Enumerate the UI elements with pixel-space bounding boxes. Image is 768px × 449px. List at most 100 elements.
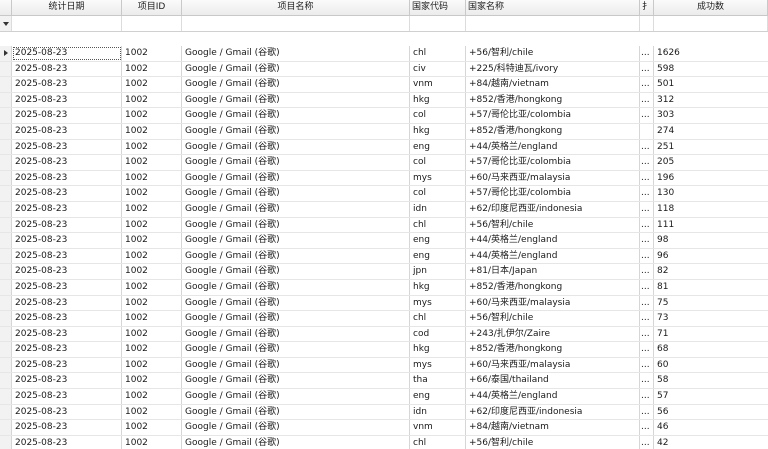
cell-country-name[interactable]: +44/英格兰/england xyxy=(466,389,640,404)
row-indicator[interactable] xyxy=(0,295,12,311)
cell-country-name[interactable]: +852/香港/hongkong xyxy=(466,342,640,357)
cell-date[interactable]: 2025-08-23 xyxy=(12,326,122,342)
cell-project-id[interactable]: 1002 xyxy=(122,311,182,326)
row-indicator[interactable] xyxy=(0,77,12,92)
cell-country-name[interactable]: +225/科特迪瓦/ivory xyxy=(466,61,640,77)
cell-success-count[interactable]: 75 xyxy=(654,296,768,311)
cell-country-name[interactable]: +84/越南/vietnam xyxy=(466,77,640,92)
cell-country-name[interactable]: +62/印度尼西亚/indonesia xyxy=(466,201,640,217)
row-indicator[interactable] xyxy=(0,435,12,449)
cell-project-id[interactable]: 1002 xyxy=(122,108,182,123)
column-header-country-name[interactable]: 国家名称 xyxy=(466,0,640,15)
row-indicator[interactable] xyxy=(0,139,12,155)
cell-project-id[interactable]: 1002 xyxy=(122,248,182,264)
cell-date[interactable]: 2025-08-23 xyxy=(12,389,122,404)
table-row[interactable]: 2025-08-23 1002 Google / Gmail (谷歌) vnm +84/… xyxy=(0,420,768,436)
cell-country-name[interactable]: +56/智利/chile xyxy=(466,46,640,61)
cell-success-count[interactable]: 1626 xyxy=(654,46,768,61)
cell-date[interactable]: 2025-08-23 xyxy=(12,186,122,201)
cell-country-name[interactable]: +57/哥伦比亚/colombia xyxy=(466,155,640,170)
table-row[interactable]: 2025-08-23 1002 Google / Gmail (谷歌) civ +225… xyxy=(0,61,768,78)
cell-country-code[interactable]: idn xyxy=(410,201,466,217)
table-row[interactable]: 2025-08-23 1002 Google / Gmail (谷歌) cod +243… xyxy=(0,326,768,343)
cell-success-count[interactable]: 98 xyxy=(654,233,768,248)
cell-extra[interactable]: ... xyxy=(640,92,654,108)
filter-cell-country-code[interactable] xyxy=(410,16,466,31)
table-row[interactable]: 2025-08-23 1002 Google / Gmail (谷歌) eng +44/… xyxy=(0,233,768,249)
row-indicator[interactable] xyxy=(0,404,12,420)
cell-date[interactable]: 2025-08-23 xyxy=(12,404,122,420)
cell-project-id[interactable]: 1002 xyxy=(122,77,182,92)
cell-country-code[interactable]: hkg xyxy=(410,123,466,139)
cell-country-name[interactable]: +44/英格兰/england xyxy=(466,248,640,264)
cell-project-name[interactable]: Google / Gmail (谷歌) xyxy=(182,123,410,139)
cell-success-count[interactable]: 42 xyxy=(654,436,768,449)
cell-project-name[interactable]: Google / Gmail (谷歌) xyxy=(182,77,410,92)
row-indicator[interactable] xyxy=(0,233,12,248)
cell-country-code[interactable]: mys xyxy=(410,295,466,311)
cell-project-name[interactable]: Google / Gmail (谷歌) xyxy=(182,435,410,449)
cell-country-code[interactable]: chl xyxy=(410,46,466,61)
table-row[interactable]: 2025-08-23 1002 Google / Gmail (谷歌) col +57/… xyxy=(0,186,768,202)
cell-country-name[interactable]: +56/智利/chile xyxy=(466,311,640,326)
cell-country-name[interactable]: +81/日本/Japan xyxy=(466,264,640,279)
cell-success-count[interactable]: 118 xyxy=(654,202,768,217)
cell-project-id[interactable]: 1002 xyxy=(122,123,182,139)
cell-success-count[interactable]: 274 xyxy=(654,124,768,139)
table-row[interactable]: 2025-08-23 1002 Google / Gmail (谷歌) chl +56/… xyxy=(0,217,768,234)
cell-extra[interactable]: ... xyxy=(640,279,654,295)
cell-extra[interactable]: ... xyxy=(640,373,654,389)
row-indicator[interactable] xyxy=(0,389,12,404)
cell-success-count[interactable]: 96 xyxy=(654,249,768,264)
cell-country-code[interactable]: col xyxy=(410,186,466,201)
cell-date[interactable]: 2025-08-23 xyxy=(12,139,122,155)
cell-project-name[interactable]: Google / Gmail (谷歌) xyxy=(182,108,410,123)
cell-success-count[interactable]: 130 xyxy=(654,186,768,201)
cell-success-count[interactable]: 68 xyxy=(654,342,768,357)
row-indicator[interactable] xyxy=(0,108,12,123)
cell-success-count[interactable]: 251 xyxy=(654,140,768,155)
cell-project-id[interactable]: 1002 xyxy=(122,233,182,248)
table-row[interactable]: 2025-08-23 1002 Google / Gmail (谷歌) eng +44/… xyxy=(0,248,768,265)
cell-country-code[interactable]: mys xyxy=(410,170,466,186)
table-row[interactable]: 2025-08-23 1002 Google / Gmail (谷歌) idn +62/… xyxy=(0,404,768,421)
cell-project-name[interactable]: Google / Gmail (谷歌) xyxy=(182,170,410,186)
cell-project-id[interactable]: 1002 xyxy=(122,170,182,186)
cell-date[interactable]: 2025-08-23 xyxy=(12,279,122,295)
row-indicator[interactable] xyxy=(0,420,12,435)
cell-country-code[interactable]: eng xyxy=(410,248,466,264)
cell-success-count[interactable]: 312 xyxy=(654,93,768,108)
column-header-country-code[interactable]: 国家代码 xyxy=(410,0,466,15)
cell-success-count[interactable]: 57 xyxy=(654,389,768,404)
cell-date[interactable]: 2025-08-23 xyxy=(12,264,122,279)
cell-success-count[interactable]: 71 xyxy=(654,327,768,342)
cell-country-code[interactable]: vnm xyxy=(410,77,466,92)
cell-project-name[interactable]: Google / Gmail (谷歌) xyxy=(182,373,410,389)
cell-date[interactable]: 2025-08-23 xyxy=(12,217,122,233)
cell-project-id[interactable]: 1002 xyxy=(122,46,182,61)
cell-project-id[interactable]: 1002 xyxy=(122,420,182,435)
cell-country-code[interactable]: eng xyxy=(410,139,466,155)
cell-date[interactable]: 2025-08-23 xyxy=(12,311,122,326)
cell-date[interactable]: 2025-08-23 xyxy=(12,155,122,170)
row-indicator[interactable] xyxy=(0,92,12,108)
cell-country-code[interactable]: vnm xyxy=(410,420,466,435)
column-header-success-count[interactable]: 成功数 xyxy=(654,0,768,15)
cell-country-name[interactable]: +56/智利/chile xyxy=(466,435,640,449)
cell-project-name[interactable]: Google / Gmail (谷歌) xyxy=(182,248,410,264)
cell-date[interactable]: 2025-08-23 xyxy=(12,357,122,373)
cell-project-id[interactable]: 1002 xyxy=(122,435,182,449)
row-indicator[interactable] xyxy=(0,170,12,186)
cell-success-count[interactable]: 46 xyxy=(654,420,768,435)
cell-date[interactable]: 2025-08-23 xyxy=(12,92,122,108)
cell-project-name[interactable]: Google / Gmail (谷歌) xyxy=(182,279,410,295)
filter-cell-extra[interactable] xyxy=(640,16,654,31)
cell-success-count[interactable]: 196 xyxy=(654,171,768,186)
cell-date[interactable]: 2025-08-23 xyxy=(12,201,122,217)
cell-project-id[interactable]: 1002 xyxy=(122,326,182,342)
cell-extra[interactable]: ... xyxy=(640,233,654,248)
cell-project-id[interactable]: 1002 xyxy=(122,217,182,233)
table-row[interactable]: 2025-08-23 1002 Google / Gmail (谷歌) hkg +852… xyxy=(0,92,768,109)
cell-extra[interactable] xyxy=(640,123,654,139)
table-row[interactable]: 2025-08-23 1002 Google / Gmail (谷歌) mys +60/… xyxy=(0,170,768,187)
